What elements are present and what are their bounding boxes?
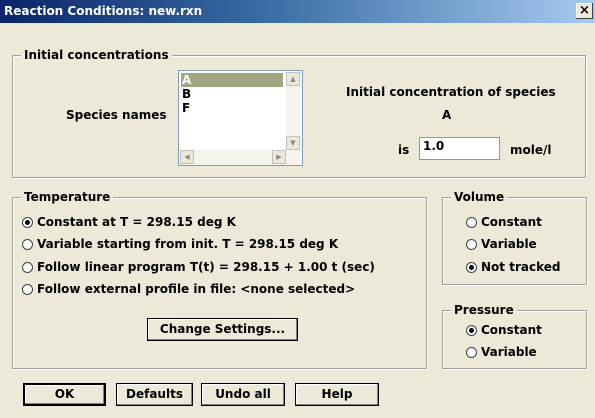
help-button[interactable]: Help (295, 383, 379, 406)
window-title: Reaction Conditions: new.rxn (4, 4, 203, 18)
concentration-input[interactable]: 1.0 (419, 137, 500, 160)
species-item-f[interactable]: F (181, 101, 283, 115)
species-listbox[interactable]: A B F ▲ ▼ ◀ ▶ (178, 70, 303, 166)
undo-all-button[interactable]: Undo all (201, 383, 285, 406)
species-names-label: Species names (66, 108, 167, 122)
scroll-left-icon[interactable]: ◀ (180, 150, 194, 164)
initial-concentrations-label: Initial concentrations (21, 48, 172, 62)
pressure-constant-radio[interactable]: Constant (466, 323, 542, 337)
ok-button[interactable]: OK (23, 383, 106, 406)
pressure-label: Pressure (451, 303, 517, 317)
change-settings-button[interactable]: Change Settings... (147, 318, 298, 341)
volume-constant-radio[interactable]: Constant (466, 215, 542, 229)
vertical-scrollbar[interactable]: ▲ ▼ (286, 72, 301, 150)
scroll-up-icon[interactable]: ▲ (286, 72, 300, 86)
concentration-species: A (442, 108, 452, 122)
defaults-button[interactable]: Defaults (116, 383, 193, 406)
scroll-down-icon[interactable]: ▼ (286, 136, 300, 150)
volume-variable-radio[interactable]: Variable (466, 237, 537, 251)
species-item-b[interactable]: B (181, 87, 283, 101)
unit-label: mole/l (510, 143, 552, 157)
temperature-label: Temperature (21, 190, 114, 204)
pressure-group: Pressure (442, 303, 587, 369)
title-bar: Reaction Conditions: new.rxn × (0, 0, 595, 23)
close-icon[interactable]: × (576, 3, 593, 19)
temp-variable-radio[interactable]: Variable starting from init. T = 298.15 … (22, 237, 338, 251)
concentration-heading: Initial concentration of species (346, 85, 556, 99)
temp-external-radio[interactable]: Follow external profile in file: <none s… (22, 282, 355, 296)
horizontal-scrollbar[interactable]: ◀ ▶ (180, 150, 301, 165)
is-label: is (398, 143, 410, 157)
pressure-variable-radio[interactable]: Variable (466, 345, 537, 359)
temp-constant-radio[interactable]: Constant at T = 298.15 deg K (22, 215, 236, 229)
volume-label: Volume (451, 190, 508, 204)
scroll-right-icon[interactable]: ▶ (272, 150, 286, 164)
temp-linear-radio[interactable]: Follow linear program T(t) = 298.15 + 1.… (22, 260, 375, 274)
species-item-a[interactable]: A (181, 73, 283, 87)
volume-not-tracked-radio[interactable]: Not tracked (466, 260, 560, 274)
